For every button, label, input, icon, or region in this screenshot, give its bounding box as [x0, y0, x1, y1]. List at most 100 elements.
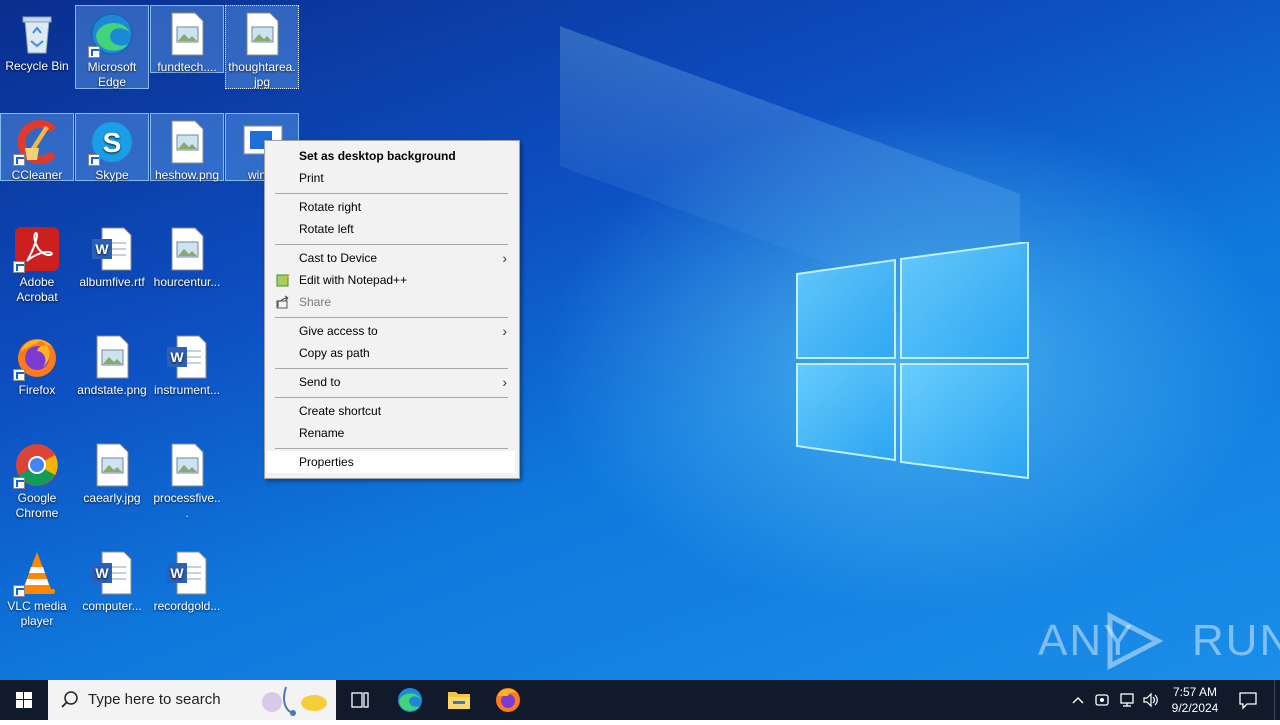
icon-label: fundtech.... — [157, 60, 217, 74]
acrobat-icon — [13, 225, 61, 273]
desktop-icon-heshow[interactable]: heshow.png — [150, 113, 224, 182]
menu-separator — [275, 368, 508, 369]
desktop-icon-firefox[interactable]: Firefox — [0, 329, 74, 397]
svg-text:S: S — [103, 127, 122, 158]
menu-item-share[interactable]: Share — [267, 291, 515, 313]
icon-label: Microsoft Edge — [87, 60, 137, 89]
windows-start-icon — [16, 692, 32, 708]
menu-item-rotate-right[interactable]: Rotate right — [267, 196, 515, 218]
image-file-icon — [163, 10, 211, 58]
word-document-icon: W — [163, 549, 211, 597]
desktop-icon-caearly[interactable]: caearly.jpg — [75, 437, 149, 505]
desktop-icon-adobe-acrobat[interactable]: Adobe Acrobat — [0, 221, 74, 305]
menu-item-label: Rename — [299, 426, 345, 440]
menu-item-create-shortcut[interactable]: Create shortcut — [267, 400, 515, 422]
clock[interactable]: 7:57 AM 9/2/2024 — [1166, 684, 1224, 716]
icon-label: recordgold... — [153, 599, 221, 613]
image-file-icon — [88, 333, 136, 381]
menu-separator — [275, 244, 508, 245]
volume-icon[interactable] — [1142, 691, 1160, 712]
icon-label: VLC media player — [7, 599, 67, 628]
taskbar-search-box[interactable]: Type here to search — [48, 680, 336, 720]
desktop-icon-recycle-bin[interactable]: Recycle Bin — [0, 5, 74, 80]
menu-separator — [275, 397, 508, 398]
icon-label: thoughtarea.jpg — [228, 60, 296, 89]
desktop-icon-instrument[interactable]: W instrument... — [150, 329, 224, 397]
taskbar-file-explorer-button[interactable] — [437, 680, 481, 720]
desktop-icon-vlc[interactable]: VLC media player — [0, 545, 74, 629]
menu-item-set-desktop-background[interactable]: Set as desktop background — [267, 145, 515, 167]
menu-item-label: Cast to Device — [299, 251, 378, 265]
desktop-icon-fundtech[interactable]: fundtech.... — [150, 5, 224, 74]
word-document-icon: W — [163, 333, 211, 381]
desktop-icon-microsoft-edge[interactable]: Microsoft Edge — [75, 5, 149, 89]
icon-label: Google Chrome — [15, 491, 59, 520]
clock-date: 9/2/2024 — [1171, 701, 1219, 715]
image-file-icon — [238, 10, 286, 58]
network-icon[interactable] — [1118, 691, 1136, 712]
desktop-icon-computer[interactable]: W computer... — [75, 545, 149, 613]
desktop-icon-albumfive[interactable]: W albumfive.rtf — [75, 221, 149, 289]
desktop-icon-ccleaner[interactable]: CCleaner — [0, 113, 74, 182]
menu-item-print[interactable]: Print — [267, 167, 515, 189]
icon-label: heshow.png — [154, 168, 220, 182]
desktop-icon-thoughtarea[interactable]: thoughtarea.jpg — [225, 5, 299, 89]
start-button[interactable] — [0, 680, 48, 720]
menu-item-send-to[interactable]: Send to › — [267, 371, 515, 393]
anyrun-watermark: ANY RUN — [1038, 612, 1280, 670]
menu-separator — [275, 317, 508, 318]
desktop-icon-recordgold[interactable]: W recordgold... — [150, 545, 224, 613]
menu-item-label: Print — [299, 171, 324, 185]
context-menu: Set as desktop background Print Rotate r… — [264, 140, 520, 479]
menu-item-label: Share — [299, 295, 332, 309]
menu-item-give-access-to[interactable]: Give access to › — [267, 320, 515, 342]
word-document-icon: W — [88, 225, 136, 273]
desktop-icon-processfive[interactable]: processfive... — [150, 437, 224, 520]
meet-now-icon[interactable] — [1094, 691, 1112, 712]
taskbar-firefox-button[interactable] — [486, 680, 530, 720]
firefox-icon — [13, 333, 61, 381]
image-file-icon — [163, 225, 211, 273]
vlc-icon — [13, 549, 61, 597]
menu-item-edit-with-notepadpp[interactable]: Edit with Notepad++ — [267, 269, 515, 291]
desktop-icon-hourcentur[interactable]: hourcentur... — [150, 221, 224, 289]
icon-label: andstate.png — [77, 383, 147, 397]
shortcut-arrow-icon — [88, 46, 100, 58]
show-desktop-button[interactable] — [1274, 680, 1280, 720]
icon-label: processfive... — [153, 491, 221, 520]
menu-item-cast-to-device[interactable]: Cast to Device › — [267, 247, 515, 269]
image-file-icon — [163, 118, 211, 166]
desktop-icon-andstate[interactable]: andstate.png — [75, 329, 149, 397]
desktop-icon-google-chrome[interactable]: Google Chrome — [0, 437, 74, 521]
icon-label: caearly.jpg — [83, 491, 141, 505]
shortcut-arrow-icon — [13, 154, 25, 166]
shortcut-arrow-icon — [13, 477, 25, 489]
icon-label: Skype — [95, 168, 129, 182]
menu-item-rename[interactable]: Rename — [267, 422, 515, 444]
shortcut-arrow-icon — [13, 369, 25, 381]
word-document-icon: W — [88, 549, 136, 597]
svg-text:W: W — [95, 565, 109, 581]
desktop[interactable]: Recycle Bin Microsoft Edge fundtech.... … — [0, 0, 1280, 680]
windows-logo-wallpaper — [796, 242, 1029, 480]
icon-label: computer... — [82, 599, 142, 613]
menu-item-properties[interactable]: Properties — [267, 451, 515, 473]
task-view-button[interactable] — [338, 680, 382, 720]
menu-item-label: Copy as path — [299, 346, 370, 360]
image-file-icon — [163, 441, 211, 489]
icon-label: Recycle Bin — [5, 59, 69, 73]
menu-item-label: Edit with Notepad++ — [299, 273, 408, 287]
watermark-text: ANY RUN — [1038, 616, 1280, 665]
ccleaner-icon — [13, 118, 61, 166]
taskbar: Type here to search 7:57 AM 9/2/2024 — [0, 680, 1280, 720]
show-hidden-icons-chevron-icon[interactable] — [1070, 692, 1086, 711]
menu-item-label: Create shortcut — [299, 404, 382, 418]
chrome-icon — [13, 441, 61, 489]
menu-item-rotate-left[interactable]: Rotate left — [267, 218, 515, 240]
menu-item-copy-as-path[interactable]: Copy as path — [267, 342, 515, 364]
action-center-notification-icon[interactable] — [1238, 690, 1258, 713]
edge-icon — [398, 688, 422, 712]
desktop-icon-skype[interactable]: S Skype — [75, 113, 149, 182]
notepadpp-icon — [276, 274, 290, 287]
taskbar-edge-button[interactable] — [388, 680, 432, 720]
